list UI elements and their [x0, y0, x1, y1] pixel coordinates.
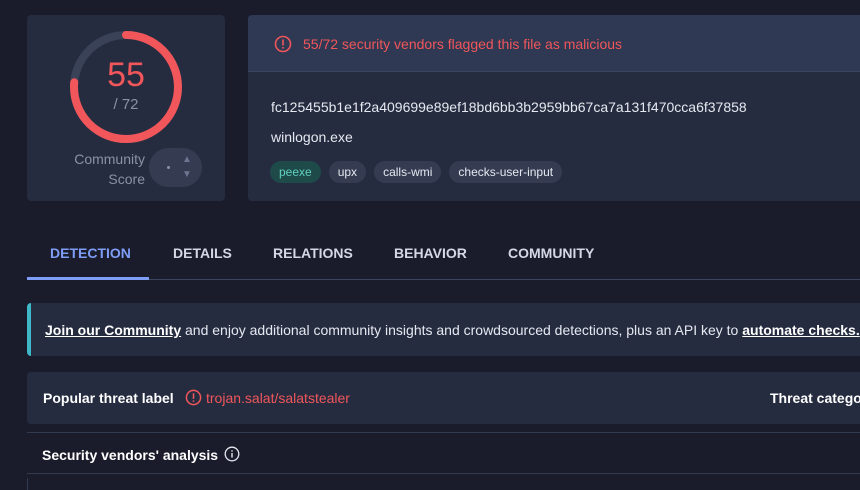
popular-threat-value[interactable]: trojan.salat/salatstealer [206, 390, 350, 406]
file-hash: fc125455b1e1f2a409699e89ef18bd6bb3b2959b… [271, 99, 747, 115]
tag-calls-wmi[interactable]: calls-wmi [374, 161, 442, 183]
tab-details[interactable]: DETAILS [173, 226, 232, 280]
tag-upx[interactable]: upx [328, 161, 367, 183]
vendors-list-start [27, 478, 860, 490]
automate-checks-link[interactable]: automate checks. [742, 322, 860, 338]
community-banner-text: Join our Community and enjoy additional … [45, 322, 860, 338]
alert-circle-icon [274, 35, 292, 53]
community-vote-widget: ▲ ▼ [149, 148, 202, 187]
community-label-line1: Community [74, 151, 145, 167]
file-tags: peexe upx calls-wmi checks-user-input [270, 161, 563, 183]
malicious-alert-bar: 55/72 security vendors flagged this file… [248, 15, 860, 72]
banner-middle-text: and enjoy additional community insights … [181, 322, 743, 338]
alert-circle-icon [185, 389, 202, 406]
malicious-alert-text: 55/72 security vendors flagged this file… [303, 36, 623, 52]
tag-peexe[interactable]: peexe [270, 161, 321, 183]
tab-relations[interactable]: RELATIONS [273, 226, 353, 280]
tab-behavior[interactable]: BEHAVIOR [394, 226, 467, 280]
popular-threat-label: Popular threat label [43, 390, 174, 406]
security-vendors-header: Security vendors' analysis [27, 432, 860, 474]
report-tabs: DETECTION DETAILS RELATIONS BEHAVIOR COM… [27, 226, 860, 280]
active-tab-indicator [27, 277, 149, 280]
community-score-value [167, 166, 170, 169]
chevron-down-icon[interactable]: ▼ [180, 170, 194, 180]
detection-total: / 72 [113, 96, 139, 113]
info-icon[interactable] [224, 446, 240, 462]
detection-score-card: 55 / 72 Community Score ▲ ▼ [27, 15, 225, 201]
tag-checks-user-input[interactable]: checks-user-input [449, 161, 563, 183]
tab-detection[interactable]: DETECTION [50, 226, 131, 280]
threat-label-row: Popular threat label trojan.salat/salats… [27, 372, 860, 424]
security-vendors-label: Security vendors' analysis [42, 447, 219, 463]
community-score-label: Community Score [57, 149, 145, 189]
community-label-line2: Score [108, 171, 145, 187]
community-banner: Join our Community and enjoy additional … [27, 303, 860, 356]
threat-categories-label: Threat categories [770, 390, 860, 406]
join-community-link[interactable]: Join our Community [45, 322, 181, 338]
file-summary-card: 55/72 security vendors flagged this file… [248, 15, 860, 201]
chevron-up-icon[interactable]: ▲ [180, 155, 194, 165]
file-name: winlogon.exe [271, 129, 353, 145]
detection-count: 55 [107, 56, 145, 94]
tab-community[interactable]: COMMUNITY [508, 226, 594, 280]
